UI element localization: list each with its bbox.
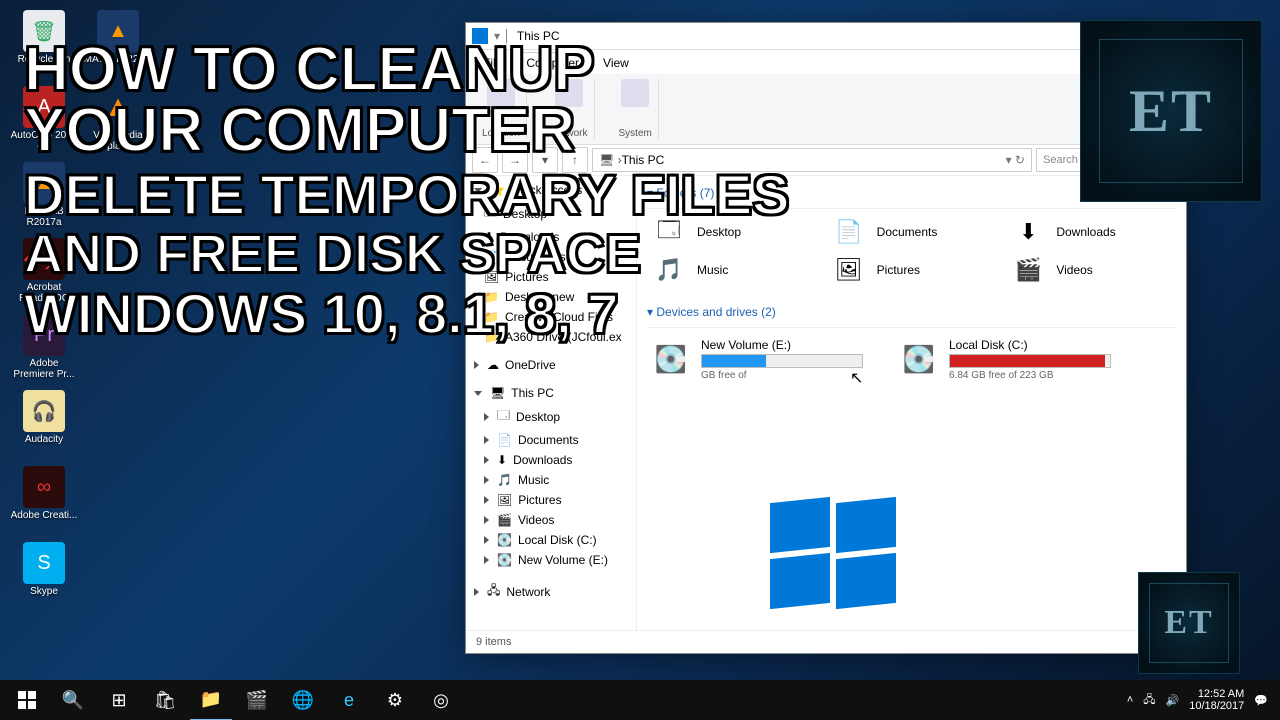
- desktop-folder-icon: 🗔: [649, 217, 689, 247]
- folder-pictures[interactable]: 🖼Pictures: [827, 253, 997, 287]
- windows-logo-icon: [770, 500, 900, 610]
- nav-pc-pictures[interactable]: 🖼 Pictures: [466, 490, 636, 510]
- taskbar-obs-button[interactable]: ◎: [420, 680, 462, 720]
- nav-recent-button[interactable]: ▾: [532, 147, 558, 173]
- status-bar: 9 items: [466, 630, 1186, 653]
- taskbar: 🔍 ⊞ 🛍 📁 🎬 🌐 e ⚙ ◎ ˄ 🖧 🔊 12:52 AM 10/18/2…: [0, 680, 1280, 720]
- nav-up-button[interactable]: ↑: [562, 147, 588, 173]
- music-folder-icon: 🎵: [649, 255, 689, 285]
- network-drive-icon[interactable]: [555, 79, 583, 107]
- taskbar-taskview-button[interactable]: ⊞: [98, 680, 140, 720]
- nav-pc-new-volume-e[interactable]: 💽 New Volume (E:): [466, 550, 636, 570]
- taskbar-edge-button[interactable]: e: [328, 680, 370, 720]
- tab-computer[interactable]: Computer: [515, 52, 590, 74]
- taskbar-clock[interactable]: 12:52 AM 10/18/2017: [1189, 688, 1244, 712]
- desktop-icon-audacity[interactable]: 🎧Audacity: [8, 388, 80, 462]
- nav-network[interactable]: 🖧 Network: [466, 578, 636, 605]
- nav-pc-desktop[interactable]: 🗔 Desktop: [466, 403, 636, 430]
- desktop-icon-matlab[interactable]: ▲MATLAB R2017a: [8, 160, 80, 234]
- ribbon-tabs: File Computer View: [466, 50, 1186, 74]
- desktop-icons-column-1: 🗑Recycle Bin AAutoCAD 2017 - ... ▲MATLAB…: [8, 8, 80, 614]
- taskbar-chrome-button[interactable]: 🌐: [282, 680, 324, 720]
- nav-item-documents[interactable]: 📄 Documents: [466, 247, 636, 267]
- taskbar-movies-button[interactable]: 🎬: [236, 680, 278, 720]
- nav-pc-videos[interactable]: 🎬 Videos: [466, 510, 636, 530]
- drive-icon: 💽: [651, 340, 691, 380]
- downloads-folder-icon: ⬇: [1008, 217, 1048, 247]
- desktop-icon-vlc[interactable]: ▲VLC media pla...: [82, 84, 154, 158]
- documents-folder-icon: 📄: [829, 217, 869, 247]
- properties-icon[interactable]: [487, 79, 515, 107]
- nav-this-pc[interactable]: 🖥 This PC: [466, 383, 636, 403]
- drive-new-volume-e[interactable]: 💽 New Volume (E:) GB free of: [647, 334, 865, 385]
- desktop-icon-skype[interactable]: SSkype: [8, 540, 80, 614]
- ribbon-group-network: Network: [545, 79, 595, 139]
- folder-desktop[interactable]: 🗔Desktop: [647, 215, 817, 249]
- section-devices[interactable]: ▾ Devices and drives (2): [647, 301, 1176, 328]
- desktop-icon-matlab-2[interactable]: ▲MATLAB R20...: [82, 8, 154, 82]
- desktop-icon-autocad[interactable]: AAutoCAD 2017 - ...: [8, 84, 80, 158]
- desktop-icon-premiere[interactable]: PrAdobe Premiere Pr...: [8, 312, 80, 386]
- taskbar-store-button[interactable]: 🛍: [144, 680, 186, 720]
- settings-icon[interactable]: [621, 79, 649, 107]
- nav-back-button[interactable]: ←: [472, 147, 498, 173]
- tab-view[interactable]: View: [592, 52, 640, 74]
- ribbon-group-system: System: [613, 79, 659, 139]
- pictures-folder-icon: 🖼: [829, 255, 869, 285]
- nav-item-a360[interactable]: 📁 A360 Drive (JCfoul.ex: [466, 327, 636, 347]
- tray-notifications-icon[interactable]: 💬: [1254, 694, 1268, 707]
- nav-forward-button[interactable]: →: [502, 147, 528, 173]
- taskbar-settings-button[interactable]: ⚙: [374, 680, 416, 720]
- window-title: This PC: [517, 29, 560, 43]
- folder-documents[interactable]: 📄Documents: [827, 215, 997, 249]
- channel-logo-large: ET: [1080, 20, 1262, 202]
- desktop-icon-acrobat[interactable]: �人Acrobat Reader DC: [8, 236, 80, 310]
- videos-folder-icon: 🎬: [1008, 255, 1048, 285]
- tab-file[interactable]: File: [472, 52, 513, 74]
- nav-pc-documents[interactable]: 📄 Documents: [466, 430, 636, 450]
- folder-downloads[interactable]: ⬇Downloads: [1006, 215, 1176, 249]
- explorer-icon: [472, 28, 488, 44]
- nav-pc-downloads[interactable]: ⬇ Downloads: [466, 450, 636, 470]
- nav-item-desktop[interactable]: 🗔 Desktop: [466, 200, 636, 227]
- tray-overflow-icon[interactable]: ˄: [1127, 694, 1133, 706]
- quick-access-toolbar[interactable]: ▾ │: [494, 29, 511, 43]
- taskbar-search-button[interactable]: 🔍: [52, 680, 94, 720]
- address-bar[interactable]: 🖥 › This PC▾ ↻: [592, 148, 1032, 172]
- ribbon: Location Network System ⌃: [466, 74, 1186, 145]
- nav-item-desktop-new[interactable]: 📁 Desktop new: [466, 287, 636, 307]
- system-tray[interactable]: ˄ 🖧 🔊 12:52 AM 10/18/2017 💬: [1127, 688, 1274, 712]
- nav-item-creative-cloud[interactable]: 📁 Creative Cloud Files: [466, 307, 636, 327]
- window-titlebar[interactable]: ▾ │ This PC: [466, 23, 1186, 50]
- ribbon-group-location: Location: [476, 79, 527, 139]
- content-pane[interactable]: ▾ Folders (7) 🗔Desktop 📄Documents ⬇Downl…: [637, 176, 1186, 630]
- nav-pc-local-c[interactable]: 💽 Local Disk (C:): [466, 530, 636, 550]
- tray-volume-icon[interactable]: 🔊: [1166, 694, 1180, 707]
- desktop-icon-creative-cloud[interactable]: ∞Adobe Creati...: [8, 464, 80, 538]
- start-button[interactable]: [6, 680, 48, 720]
- nav-onedrive[interactable]: ☁ OneDrive: [466, 355, 636, 375]
- channel-logo-small: ET: [1138, 572, 1240, 674]
- nav-item-pictures[interactable]: 🖼 Pictures: [466, 267, 636, 287]
- navigation-pane[interactable]: ⭐ Quick access 🗔 Desktop ⬇ Downloads 📄 D…: [466, 176, 637, 630]
- drive-usage-bar: [949, 354, 1111, 368]
- nav-pc-music[interactable]: 🎵 Music: [466, 470, 636, 490]
- drive-local-c[interactable]: 💽 Local Disk (C:) 6.84 GB free of 223 GB: [895, 334, 1113, 385]
- drive-icon: 💽: [899, 340, 939, 380]
- tray-network-icon[interactable]: 🖧: [1143, 691, 1155, 710]
- desktop-icon-recycle-bin[interactable]: 🗑Recycle Bin: [8, 8, 80, 82]
- nav-quick-access[interactable]: ⭐ Quick access: [466, 180, 636, 200]
- drive-usage-bar: [701, 354, 863, 368]
- taskbar-explorer-button[interactable]: 📁: [190, 679, 232, 720]
- desktop-icons-column-2: ▲MATLAB R20... ▲VLC media pla...: [82, 8, 154, 158]
- nav-item-downloads[interactable]: ⬇ Downloads: [466, 227, 636, 247]
- address-bar-row: ← → ▾ ↑ 🖥 › This PC▾ ↻ Search Thi...: [466, 145, 1186, 176]
- folder-videos[interactable]: 🎬Videos: [1006, 253, 1176, 287]
- folder-music[interactable]: 🎵Music: [647, 253, 817, 287]
